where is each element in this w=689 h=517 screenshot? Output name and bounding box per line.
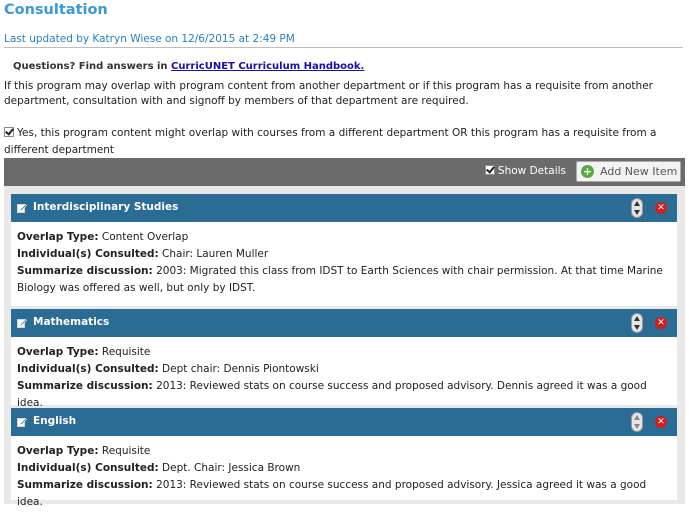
item-title: Mathematics	[33, 316, 110, 328]
individuals-label: Individual(s) Consulted:	[17, 363, 159, 375]
overlap-checkbox-row: Yes, this program content might overlap …	[4, 125, 674, 159]
summary-row: Summarize discussion: 2013: Reviewed sta…	[17, 378, 671, 412]
add-new-item-label: Add New Item	[600, 165, 678, 178]
move-up-down-icon[interactable]	[631, 412, 643, 432]
item-body: Overlap Type: Requisite Individual(s) Co…	[11, 337, 677, 418]
item-header: Interdisciplinary Studies ✕	[11, 194, 677, 222]
overlap-checkbox-label[interactable]: Yes, this program content might overlap …	[4, 127, 656, 156]
last-updated: Last updated by Katryn Wiese on 12/6/201…	[4, 33, 295, 45]
overlap-type-row: Overlap Type: Content Overlap	[17, 229, 671, 246]
overlap-type-value: Requisite	[101, 445, 151, 457]
individuals-row: Individual(s) Consulted: Chair: Lauren M…	[17, 246, 671, 263]
overlap-checkbox[interactable]	[4, 127, 14, 137]
item-header: Mathematics ✕	[11, 309, 677, 337]
item-body: Overlap Type: Requisite Individual(s) Co…	[11, 436, 677, 517]
overlap-type-label: Overlap Type:	[17, 445, 99, 457]
move-up-down-icon[interactable]	[631, 198, 643, 218]
divider	[4, 47, 683, 48]
questions-text: Questions? Find answers in	[13, 61, 172, 72]
add-new-item-button[interactable]: + Add New Item	[576, 161, 681, 182]
summary-label: Summarize discussion:	[17, 265, 153, 277]
edit-icon[interactable]	[17, 417, 27, 427]
intro-text: If this program may overlap with program…	[4, 80, 653, 107]
item-header: English ✕	[11, 408, 677, 436]
items-panel: Interdisciplinary Studies ✕ Overlap Type…	[4, 186, 685, 508]
individuals-row: Individual(s) Consulted: Dept chair: Den…	[17, 361, 671, 378]
consultation-item: Mathematics ✕ Overlap Type: Requisite In…	[11, 309, 677, 409]
move-up-down-icon[interactable]	[631, 313, 643, 333]
add-icon: +	[581, 165, 594, 178]
item-body: Overlap Type: Content Overlap Individual…	[11, 222, 677, 303]
delete-icon[interactable]: ✕	[655, 416, 667, 428]
page-title: Consultation	[4, 2, 108, 18]
items-toolbar: Show Details + Add New Item	[4, 158, 685, 186]
delete-icon[interactable]: ✕	[655, 317, 667, 329]
summary-row: Summarize discussion: 2013: Reviewed sta…	[17, 477, 671, 511]
individuals-value: Dept. Chair: Jessica Brown	[162, 462, 301, 474]
questions-line: Questions? Find answers in CurricUNET Cu…	[13, 61, 364, 72]
overlap-type-label: Overlap Type:	[17, 231, 99, 243]
item-title: Interdisciplinary Studies	[33, 201, 179, 213]
individuals-row: Individual(s) Consulted: Dept. Chair: Je…	[17, 460, 671, 477]
overlap-type-value: Requisite	[101, 346, 151, 358]
show-details-checkbox[interactable]	[484, 165, 495, 175]
consultation-item: English ✕ Overlap Type: Requisite Indivi…	[11, 408, 677, 508]
overlap-type-label: Overlap Type:	[17, 346, 99, 358]
show-details-label[interactable]: Show Details	[498, 165, 566, 177]
consultation-item: Interdisciplinary Studies ✕ Overlap Type…	[11, 194, 677, 306]
edit-icon[interactable]	[17, 318, 27, 328]
overlap-type-row: Overlap Type: Requisite	[17, 344, 671, 361]
summary-label: Summarize discussion:	[17, 380, 153, 392]
overlap-type-row: Overlap Type: Requisite	[17, 443, 671, 460]
summary-label: Summarize discussion:	[17, 479, 153, 491]
show-details-toggle[interactable]: Show Details	[484, 165, 566, 177]
handbook-link[interactable]: CurricUNET Curriculum Handbook.	[171, 61, 364, 72]
edit-icon[interactable]	[17, 203, 27, 213]
overlap-type-value: Content Overlap	[101, 231, 189, 243]
delete-icon[interactable]: ✕	[655, 202, 667, 214]
individuals-label: Individual(s) Consulted:	[17, 462, 159, 474]
individuals-value: Chair: Lauren Muller	[162, 248, 269, 260]
individuals-label: Individual(s) Consulted:	[17, 248, 159, 260]
summary-row: Summarize discussion: 2003: Migrated thi…	[17, 263, 671, 297]
item-title: English	[33, 415, 77, 427]
individuals-value: Dept chair: Dennis Piontowski	[162, 363, 319, 375]
